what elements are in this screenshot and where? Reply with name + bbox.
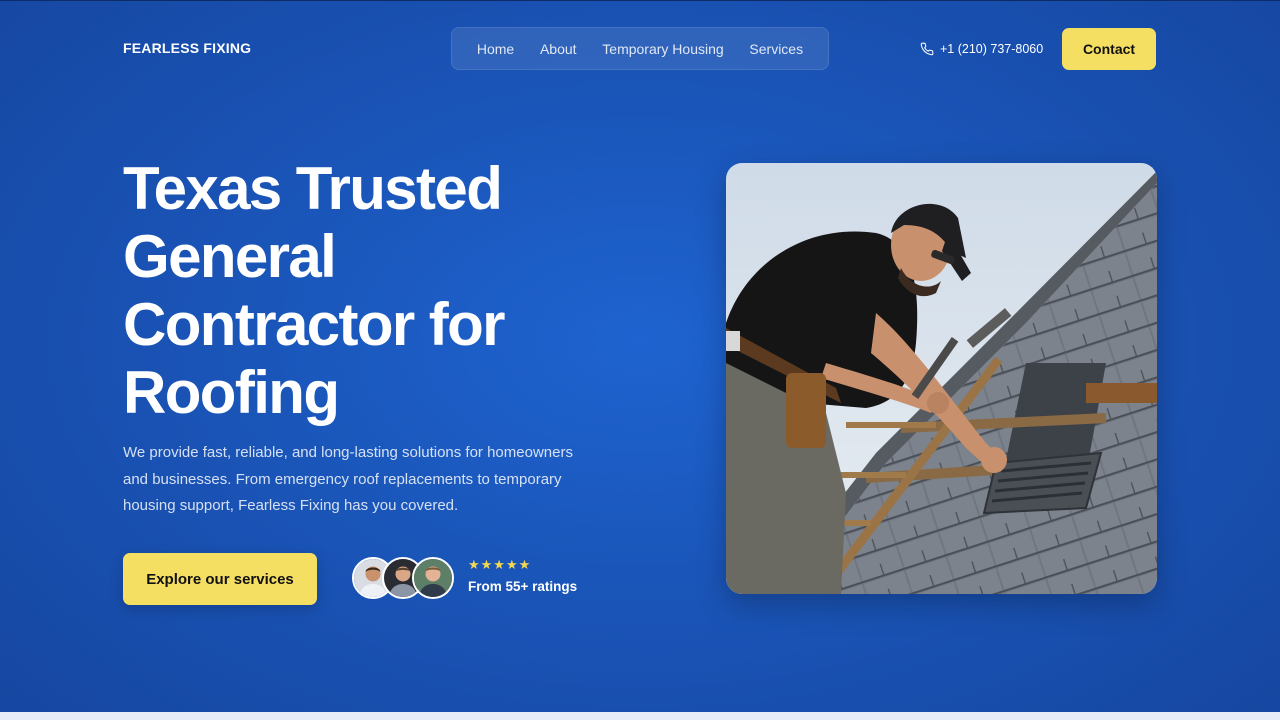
next-section-edge	[0, 712, 1280, 720]
nav-temporary-housing[interactable]: Temporary Housing	[602, 41, 723, 57]
phone-number: +1 (210) 737-8060	[940, 42, 1044, 56]
nav-about[interactable]: About	[540, 41, 577, 57]
ratings-count: From 55+ ratings	[468, 579, 578, 594]
headline-line-2: General	[123, 223, 337, 290]
nav-home[interactable]: Home	[477, 41, 514, 57]
headline-line-1: Texas Trusted	[123, 155, 503, 222]
hero-headline: Texas Trusted General Contractor for Roo…	[123, 155, 603, 427]
roofer-photo	[726, 163, 1157, 594]
rating-stars: ★★★★★	[468, 557, 532, 572]
contact-button[interactable]: Contact	[1062, 28, 1156, 70]
headline-line-3: Contractor for	[123, 291, 506, 358]
hero-description: We provide fast, reliable, and long-last…	[123, 444, 573, 514]
hero-section: FEARLESS FIXING Home About Temporary Hou…	[0, 0, 1280, 712]
avatar	[412, 557, 454, 599]
brand-logo[interactable]: FEARLESS FIXING	[123, 40, 251, 56]
explore-services-button[interactable]: Explore our services	[123, 553, 317, 605]
reviewer-avatars	[352, 557, 456, 601]
phone-link[interactable]: +1 (210) 737-8060	[920, 40, 1043, 58]
main-nav: Home About Temporary Housing Services	[451, 27, 829, 70]
nav-services[interactable]: Services	[749, 41, 803, 57]
headline-line-4: Roofing	[123, 359, 340, 426]
phone-icon	[920, 42, 934, 56]
